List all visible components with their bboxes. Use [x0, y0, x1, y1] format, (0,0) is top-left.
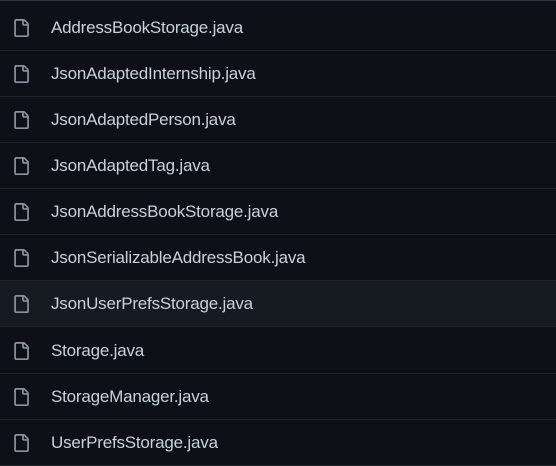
file-name[interactable]: JsonAdaptedPerson.java — [51, 110, 236, 130]
file-name[interactable]: JsonSerializableAddressBook.java — [51, 248, 306, 268]
file-row[interactable]: UserPrefsStorage.java — [0, 420, 556, 466]
file-icon — [12, 157, 30, 175]
file-icon — [12, 434, 30, 452]
file-name[interactable]: JsonAddressBookStorage.java — [51, 202, 278, 222]
file-row[interactable]: Storage.java — [0, 328, 556, 374]
file-name[interactable]: UserPrefsStorage.java — [51, 433, 218, 453]
file-icon — [12, 65, 30, 83]
file-icon — [12, 19, 30, 37]
file-list: AddressBookStorage.java JsonAdaptedInter… — [0, 0, 556, 466]
file-name[interactable]: AddressBookStorage.java — [51, 18, 243, 38]
file-row[interactable]: JsonAdaptedInternship.java — [0, 51, 556, 97]
file-row[interactable]: JsonAddressBookStorage.java — [0, 189, 556, 235]
file-row[interactable]: StorageManager.java — [0, 374, 556, 420]
file-row[interactable]: JsonSerializableAddressBook.java — [0, 235, 556, 281]
file-name[interactable]: JsonUserPrefsStorage.java — [51, 294, 253, 314]
file-icon — [12, 249, 30, 267]
file-row[interactable]: JsonAdaptedPerson.java — [0, 97, 556, 143]
file-icon — [12, 203, 30, 221]
file-name[interactable]: JsonAdaptedInternship.java — [51, 64, 256, 84]
file-icon — [12, 342, 30, 360]
file-name[interactable]: JsonAdaptedTag.java — [51, 156, 210, 176]
file-name[interactable]: Storage.java — [51, 341, 144, 361]
file-icon — [12, 111, 30, 129]
file-icon — [12, 388, 30, 406]
file-row[interactable]: JsonAdaptedTag.java — [0, 143, 556, 189]
file-name[interactable]: StorageManager.java — [51, 387, 209, 407]
file-row[interactable]: JsonUserPrefsStorage.java — [0, 281, 556, 327]
file-row[interactable]: AddressBookStorage.java — [0, 5, 556, 51]
file-icon — [12, 295, 30, 313]
